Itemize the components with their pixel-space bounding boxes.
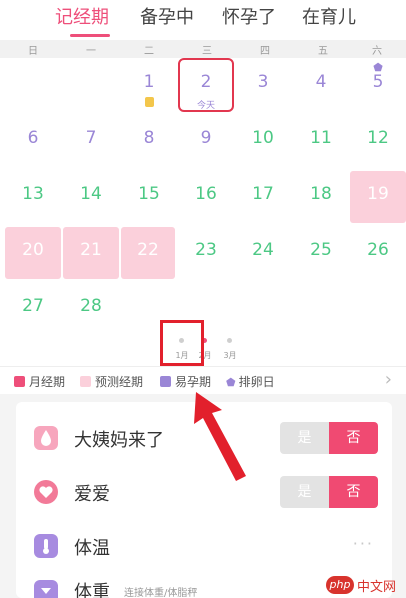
calendar-legend: 月经期 预测经期 易孕期 ⬟ 排卵日 › [0,366,406,394]
month-dot [227,338,232,343]
note-icon [145,97,154,107]
app-screen: 记经期 备孕中 怀孕了 在育儿 日 一 二 三 四 五 六 1 2 今天 3 4… [0,0,406,598]
calendar-day[interactable]: ⬟ 5 [349,58,406,114]
calendar-day[interactable]: 25 [292,226,350,282]
calendar-day[interactable]: 12 [349,114,406,170]
drop-icon [34,426,58,450]
weekday-tue: 二 [144,46,154,57]
row-temperature[interactable]: 体温 ··· [16,520,392,572]
heart-icon [34,480,58,504]
tab-record-period[interactable]: 记经期 [55,3,109,29]
calendar-day[interactable]: 8 [120,114,178,170]
scale-icon [34,580,58,598]
calendar-day-period[interactable]: 20 [4,226,62,282]
active-tab-indicator [70,34,110,37]
weekday-wed: 三 [202,46,212,57]
more-dots-icon[interactable]: ··· [353,534,374,553]
tab-parenting[interactable]: 在育儿 [302,3,356,29]
no-button[interactable]: 否 [329,476,378,508]
tab-pregnant[interactable]: 怀孕了 [222,3,276,29]
calendar-day-period[interactable]: 19 [349,170,406,226]
legend-swatch [80,376,91,387]
calendar-day[interactable]: 16 [177,170,235,226]
calendar-day-period[interactable]: 22 [119,226,177,282]
calendar-day[interactable]: 17 [234,170,292,226]
calendar-day[interactable]: 1 [120,58,178,114]
calendar-day[interactable]: 10 [234,114,292,170]
site-watermark: php 中文网 [326,574,402,596]
calendar-day[interactable]: 13 [4,170,62,226]
chevron-right-icon[interactable]: › [385,369,392,390]
calendar-day[interactable]: 23 [177,226,235,282]
row-sub-label: 连接体重/体脂秤 [124,588,198,598]
calendar-day-period[interactable]: 21 [62,226,120,282]
yes-no-toggle: 是 否 [280,422,378,454]
calendar-day[interactable]: 26 [349,226,406,282]
today-label: 今天 [196,101,215,111]
calendar-day[interactable]: 18 [292,170,350,226]
legend-swatch [14,376,25,387]
legend-swatch [160,376,171,387]
thermometer-icon [34,534,58,558]
row-label: 大姨妈来了 [74,430,164,451]
top-tab-bar: 记经期 备孕中 怀孕了 在育儿 [0,0,406,40]
watermark-text: 中文网 [357,580,397,595]
record-card: 大姨妈来了 是 否 爱爱 是 否 体温 ··· 体重 连接体重/体脂秤 [16,402,392,598]
calendar-day[interactable]: 4 [292,58,350,114]
annotation-highlight-box [160,320,204,366]
weekday-mon: 一 [86,46,96,57]
no-button[interactable]: 否 [329,422,378,454]
row-label: 体温 [74,538,110,559]
legend-period: 月经期 [14,373,65,390]
watermark-badge: php [326,576,354,594]
weekday-header: 日 一 二 三 四 五 六 [0,40,406,58]
calendar-day-today[interactable]: 2 今天 [177,58,235,114]
weekday-fri: 五 [318,46,328,57]
legend-predicted-period: 预测经期 [80,373,143,390]
calendar-day[interactable]: 6 [4,114,62,170]
calendar-day[interactable]: 11 [292,114,350,170]
row-label: 爱爱 [74,484,110,505]
calendar-day[interactable]: 3 [234,58,292,114]
tab-trying-to-conceive[interactable]: 备孕中 [140,3,194,29]
legend-ovulation-day: ⬟ 排卵日 [226,375,275,389]
record-list: 大姨妈来了 是 否 爱爱 是 否 体温 ··· 体重 连接体重/体脂秤 [0,394,406,598]
calendar-day[interactable]: 9 [177,114,235,170]
weekday-sun: 日 [28,46,38,57]
weekday-sat: 六 [372,46,382,57]
row-intimacy: 爱爱 是 否 [16,466,392,518]
weekday-thu: 四 [260,46,270,57]
legend-fertile-window: 易孕期 [160,373,211,390]
calendar-day[interactable]: 24 [234,226,292,282]
row-period-started: 大姨妈来了 是 否 [16,412,392,464]
row-label: 体重 [74,582,110,598]
calendar-day[interactable]: 7 [62,114,120,170]
yes-button[interactable]: 是 [280,476,329,508]
ovulation-flower-icon: ⬟ [226,376,236,389]
calendar-day[interactable]: 14 [62,170,120,226]
month-mar[interactable]: 3月 [220,350,240,361]
yes-no-toggle: 是 否 [280,476,378,508]
yes-button[interactable]: 是 [280,422,329,454]
calendar-day[interactable]: 15 [120,170,178,226]
